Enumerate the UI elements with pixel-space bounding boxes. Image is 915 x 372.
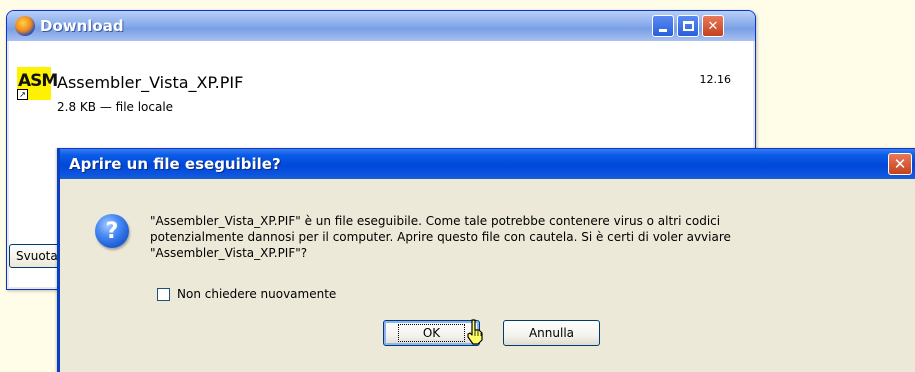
dialog-message-line: "Assembler_Vista_XP.PIF" è un file esegu… <box>150 214 721 228</box>
shortcut-arrow-icon: ↗ <box>17 89 28 100</box>
minimize-icon <box>659 28 667 32</box>
close-button[interactable]: ✕ <box>702 15 724 37</box>
maximize-icon <box>682 21 694 31</box>
dialog-message: "Assembler_Vista_XP.PIF" è un file esegu… <box>150 213 890 261</box>
cancel-button[interactable]: Annulla <box>503 320 600 346</box>
download-item[interactable]: ASM ↗ Assembler_Vista_XP.PIF 2.8 KB — fi… <box>9 41 753 129</box>
dialog-title: Aprire un file eseguibile? <box>69 155 281 173</box>
close-icon: ✕ <box>707 18 719 34</box>
download-titlebar[interactable]: Download ✕ <box>7 11 755 41</box>
close-icon: ✕ <box>893 155 907 173</box>
asm-icon-text: ASM <box>18 71 58 91</box>
dont-ask-again-label[interactable]: Non chiedere nuovamente <box>177 287 336 301</box>
download-meta: 2.8 KB — file locale <box>57 100 174 114</box>
dialog-titlebar[interactable]: Aprire un file eseguibile? ✕ <box>60 149 915 179</box>
ok-button-label: OK <box>397 324 466 342</box>
dont-ask-again-checkbox[interactable] <box>157 287 170 301</box>
minimize-button[interactable] <box>652 15 674 37</box>
question-icon: ? <box>95 214 129 248</box>
firefox-icon <box>15 16 35 36</box>
download-time: 12.16 <box>699 73 732 86</box>
screen: Download ✕ ASM ↗ Assembler_Vista_XP.PIF … <box>0 0 915 372</box>
maximize-button[interactable] <box>677 15 699 37</box>
asm-file-icon: ASM ↗ <box>17 67 58 100</box>
download-filename: Assembler_Vista_XP.PIF <box>57 73 244 92</box>
download-window-title: Download <box>40 17 124 35</box>
cancel-button-label: Annulla <box>528 326 575 340</box>
dont-ask-again-row: Non chiedere nuovamente <box>157 287 336 301</box>
dialog-message-line: "Assembler_Vista_XP.PIF"? <box>150 246 308 260</box>
dialog-message-line: potenzialmente dannosi per il computer. … <box>150 230 731 244</box>
mouse-cursor-icon <box>467 319 483 345</box>
open-executable-dialog: Aprire un file eseguibile? ✕ ? "Assemble… <box>57 148 915 372</box>
dialog-close-button[interactable]: ✕ <box>888 153 912 175</box>
